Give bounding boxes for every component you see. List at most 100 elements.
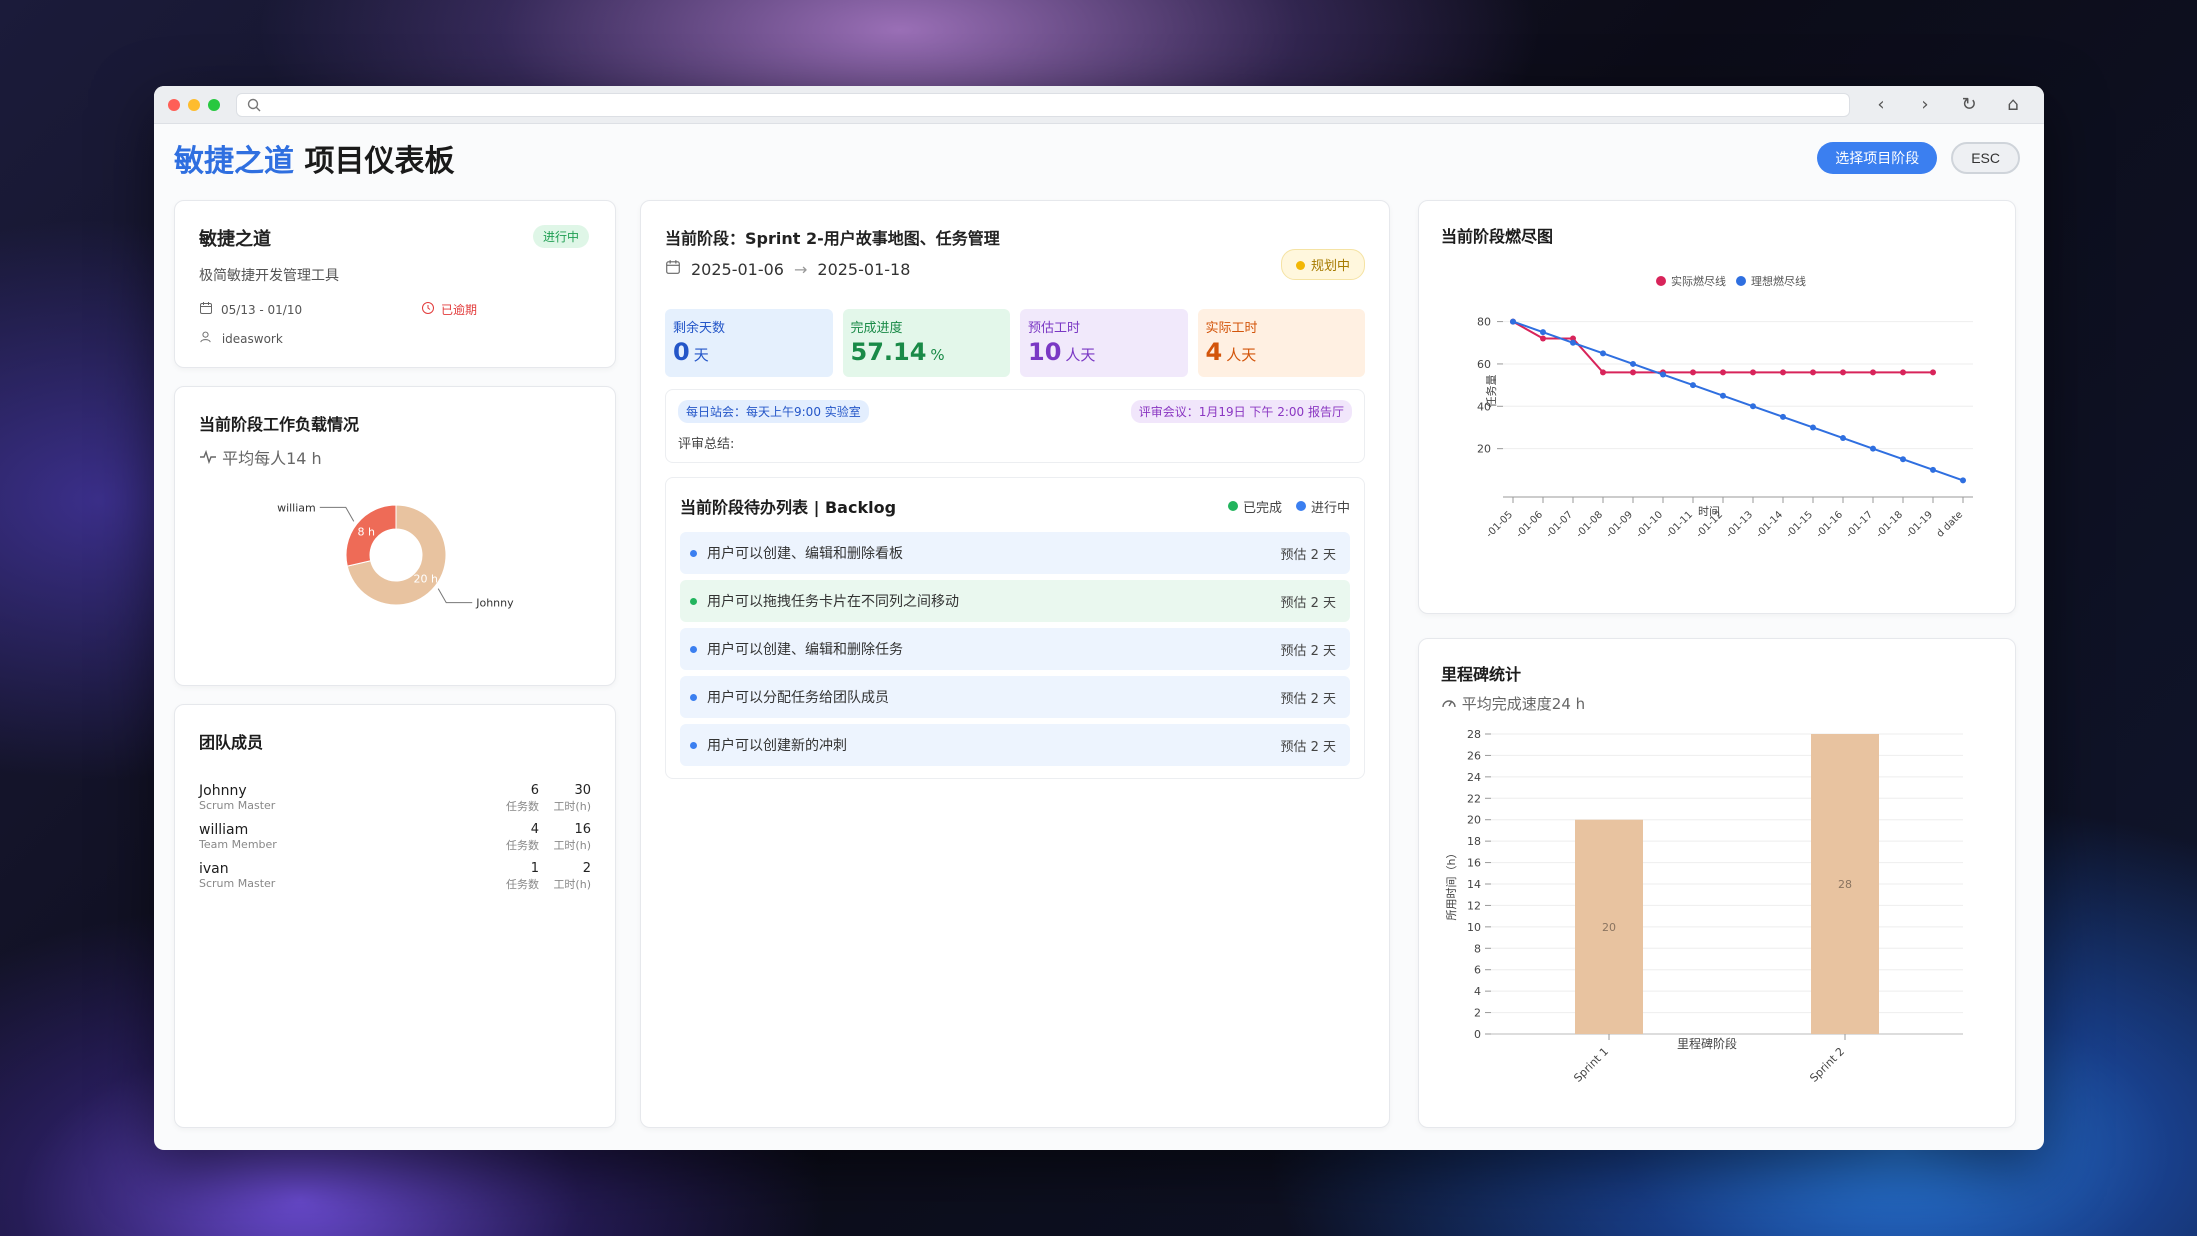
user-icon: [199, 331, 216, 346]
overdue-label: 已逾期: [441, 303, 478, 317]
donut-slice-name: william: [277, 501, 316, 514]
esc-button[interactable]: ESC: [1951, 142, 2020, 174]
stat-unit: %: [930, 346, 945, 364]
stat-label: 剩余天数: [673, 321, 726, 336]
data-point[interactable]: [1870, 445, 1876, 452]
x-tick-label: -01-06: [1514, 509, 1545, 540]
reload-icon[interactable]: ↻: [1960, 94, 1978, 115]
workload-average: 平均每人14 h: [222, 449, 322, 468]
pulse-icon: [199, 449, 222, 468]
y-tick-label: 14: [1467, 878, 1481, 891]
minimize-window-button[interactable]: [188, 98, 200, 111]
milestone-bar-chart: 0246810121416182022242628所用时间（h）20Sprint…: [1445, 728, 1963, 1085]
calendar-icon: [199, 301, 213, 318]
backlog-item-estimate: 预估 2 天: [1280, 643, 1336, 659]
browser-window: ‹ › ↻ ⌂ 敏捷之道 项目仪表板 选择项目阶段 ESC 敏捷之道 进行中 极…: [154, 86, 2044, 1150]
project-description: 极简敏捷开发管理工具: [199, 268, 339, 284]
data-point[interactable]: [1840, 435, 1846, 442]
data-point[interactable]: [1960, 477, 1966, 484]
backlog-item[interactable]: 用户可以创建、编辑和删除任务 预估 2 天: [680, 628, 1350, 670]
data-point[interactable]: [1600, 350, 1606, 357]
data-point[interactable]: [1690, 369, 1696, 376]
remaining-days-stat: 剩余天数 0天: [665, 309, 833, 377]
data-point[interactable]: [1900, 456, 1906, 463]
backlog-item-estimate: 预估 2 天: [1280, 691, 1336, 707]
team-member-row: ivan Scrum Master 1 任务数 2 工时(h): [199, 861, 591, 892]
x-tick-label: -01-08: [1574, 509, 1605, 540]
x-tick-label: -01-10: [1634, 509, 1665, 540]
data-point[interactable]: [1780, 369, 1786, 376]
backlog-item-text: 用户可以拖拽任务卡片在不同列之间移动: [707, 594, 959, 610]
member-name: Johnny: [199, 783, 247, 799]
address-bar[interactable]: [236, 92, 1850, 117]
data-point[interactable]: [1540, 329, 1546, 336]
data-point[interactable]: [1690, 382, 1696, 389]
y-tick-label: 8: [1474, 942, 1481, 955]
clock-icon: [421, 301, 435, 318]
project-owner: ideaswork: [221, 332, 283, 346]
search-icon: [247, 98, 261, 111]
data-point[interactable]: [1750, 403, 1756, 410]
data-point[interactable]: [1780, 413, 1786, 420]
forward-icon[interactable]: ›: [1916, 94, 1934, 115]
member-name: william: [199, 822, 249, 838]
data-point[interactable]: [1570, 339, 1576, 346]
legend-marker: [1736, 276, 1746, 286]
backlog-item[interactable]: 用户可以分配任务给团队成员 预估 2 天: [680, 676, 1350, 718]
page-header: 敏捷之道 项目仪表板 选择项目阶段 ESC: [174, 130, 2020, 186]
brand-name: 敏捷之道: [174, 144, 294, 179]
data-point[interactable]: [1810, 369, 1816, 376]
burndown-card: 当前阶段燃尽图 实际燃尽线 理想燃尽线 20 40 60 80 任务量 时间 -01-05 -01…: [1418, 200, 2016, 614]
y-tick-label: 0: [1474, 1028, 1481, 1041]
data-point[interactable]: [1630, 360, 1636, 367]
series-line: [1512, 320, 1933, 374]
member-task-count: 4: [530, 822, 539, 837]
data-point[interactable]: [1540, 335, 1546, 342]
x-tick-label: -01-18: [1874, 509, 1905, 540]
data-point[interactable]: [1720, 392, 1726, 399]
member-task-count: 1: [530, 861, 539, 876]
backlog-title: 当前阶段待办列表 | Backlog: [680, 498, 897, 517]
x-tick-label: -01-07: [1544, 509, 1575, 540]
donut-leader-line: [319, 506, 355, 522]
data-point[interactable]: [1930, 369, 1936, 376]
data-point[interactable]: [1810, 424, 1816, 431]
bar-value-label: 28: [1838, 878, 1852, 891]
data-point[interactable]: [1750, 369, 1756, 376]
donut-leader-line: [437, 588, 473, 604]
data-point[interactable]: [1870, 369, 1876, 376]
backlog-item-text: 用户可以分配任务给团队成员: [707, 690, 889, 706]
workload-card: 当前阶段工作负载情况 平均每人14 h 20 h Johnny 8 h william: [174, 386, 616, 686]
member-task-count: 6: [530, 783, 539, 798]
y-tick-label: 6: [1474, 964, 1481, 977]
phase-start-date: 2025-01-06: [691, 259, 784, 279]
home-icon[interactable]: ⌂: [2004, 94, 2022, 115]
stat-unit: 人天: [1226, 346, 1257, 364]
y-tick-label: 80: [1477, 316, 1491, 329]
stat-value: 10: [1028, 338, 1062, 366]
project-card: 敏捷之道 进行中 极简敏捷开发管理工具 05/13 - 01/10 已逾期 id…: [174, 200, 616, 368]
back-icon[interactable]: ‹: [1872, 94, 1890, 115]
backlog-item[interactable]: 用户可以创建、编辑和删除看板 预估 2 天: [680, 532, 1350, 574]
data-point[interactable]: [1930, 466, 1936, 473]
x-tick-label: -01-13: [1724, 509, 1755, 540]
data-point[interactable]: [1720, 369, 1726, 376]
data-point[interactable]: [1900, 369, 1906, 376]
backlog-item[interactable]: 用户可以拖拽任务卡片在不同列之间移动 预估 2 天: [680, 580, 1350, 622]
team-title: 团队成员: [199, 733, 264, 752]
x-tick-label: -01-11: [1664, 509, 1695, 540]
phase-status-badge: 规划中: [1280, 249, 1365, 280]
stat-label: 实际工时: [1205, 321, 1258, 336]
data-point[interactable]: [1510, 318, 1516, 325]
backlog-item-text: 用户可以创建新的冲刺: [707, 738, 847, 754]
backlog-item[interactable]: 用户可以创建新的冲刺 预估 2 天: [680, 724, 1350, 766]
select-phase-button[interactable]: 选择项目阶段: [1817, 142, 1938, 174]
close-window-button[interactable]: [168, 98, 180, 111]
data-point[interactable]: [1840, 369, 1846, 376]
data-point[interactable]: [1660, 371, 1666, 378]
dashboard-title: 项目仪表板: [304, 144, 455, 179]
data-point[interactable]: [1600, 369, 1606, 376]
maximize-window-button[interactable]: [208, 98, 220, 111]
stat-value: 4: [1205, 338, 1223, 366]
data-point[interactable]: [1630, 369, 1636, 376]
